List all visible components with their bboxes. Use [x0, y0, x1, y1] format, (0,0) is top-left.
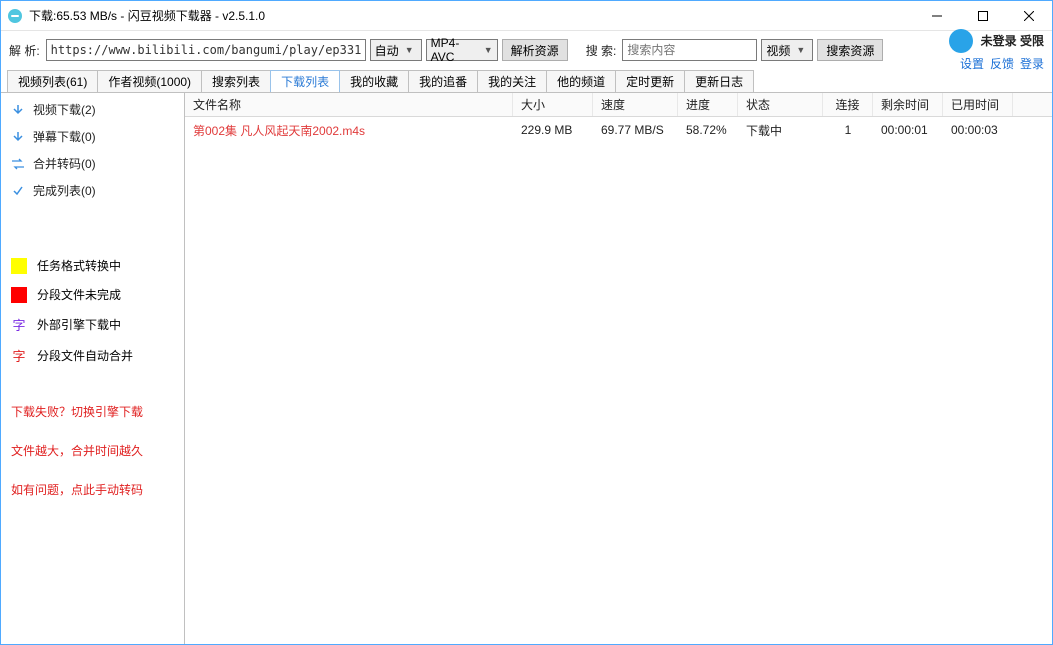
sidebar-item-video-download[interactable]: 视频下载(2) — [11, 101, 174, 118]
search-type-select[interactable]: 视频 ▼ — [761, 39, 813, 61]
parse-button[interactable]: 解析资源 — [502, 39, 568, 61]
col-header-conn[interactable]: 连接 — [823, 93, 873, 116]
chevron-down-icon: ▼ — [484, 45, 493, 55]
col-header-elapsed[interactable]: 已用时间 — [943, 93, 1013, 116]
cell-status: 下载中 — [738, 117, 823, 143]
window-title: 下载:65.53 MB/s - 闪豆视频下载器 - v2.5.1.0 — [29, 7, 265, 24]
titlebar: 下载:65.53 MB/s - 闪豆视频下载器 - v2.5.1.0 — [1, 1, 1052, 31]
legend-square-red — [11, 287, 27, 303]
search-button[interactable]: 搜索资源 — [817, 39, 883, 61]
tab-my-follow[interactable]: 我的关注 — [477, 70, 547, 92]
format-select-value: MP4-AVC — [431, 36, 478, 64]
close-icon — [1024, 11, 1034, 21]
legend-glyph-icon: 字 — [11, 346, 27, 365]
minimize-button[interactable] — [914, 1, 960, 31]
legend-glyph-icon: 字 — [11, 315, 27, 334]
tab-download-list[interactable]: 下载列表 — [270, 70, 340, 92]
main-area: 视频下载(2) 弹幕下载(0) 合并转码(0) 完成列表(0) 任务格式转换中 — [1, 93, 1052, 644]
cell-elapsed: 00:00:03 — [943, 117, 1013, 143]
col-header-status[interactable]: 状态 — [738, 93, 823, 116]
legend-item: 分段文件未完成 — [11, 286, 174, 303]
search-input[interactable] — [622, 39, 757, 61]
chevron-down-icon: ▼ — [796, 45, 805, 55]
mode-select-value: 自动 — [375, 42, 399, 59]
download-icon — [11, 103, 25, 117]
sidebar: 视频下载(2) 弹幕下载(0) 合并转码(0) 完成列表(0) 任务格式转换中 — [1, 93, 185, 644]
tab-author-video[interactable]: 作者视频(1000) — [97, 70, 202, 92]
login-status: 未登录 受限 — [981, 32, 1044, 49]
note-large-file: 文件越大，合并时间越久 — [11, 442, 174, 459]
legend-square-yellow — [11, 258, 27, 274]
cell-size: 229.9 MB — [513, 117, 593, 143]
tab-video-list[interactable]: 视频列表(61) — [7, 70, 98, 92]
url-input[interactable] — [46, 39, 366, 61]
tab-my-bangumi[interactable]: 我的追番 — [408, 70, 478, 92]
user-area: 未登录 受限 设置 反馈 登录 — [949, 29, 1044, 72]
close-button[interactable] — [1006, 1, 1052, 31]
sidebar-item-completed[interactable]: 完成列表(0) — [11, 182, 174, 199]
search-label: 搜 索: — [586, 42, 617, 59]
parse-label: 解 析: — [9, 42, 40, 59]
legend-item: 字 分段文件自动合并 — [11, 346, 174, 365]
cell-speed: 69.77 MB/S — [593, 117, 678, 143]
search-type-value: 视频 — [766, 42, 790, 59]
col-header-progress[interactable]: 进度 — [678, 93, 738, 116]
maximize-button[interactable] — [960, 1, 1006, 31]
col-header-speed[interactable]: 速度 — [593, 93, 678, 116]
legend: 任务格式转换中 分段文件未完成 字 外部引擎下载中 字 分段文件自动合并 — [11, 257, 174, 365]
col-header-name[interactable]: 文件名称 — [185, 93, 513, 116]
table-row[interactable]: 第002集 凡人风起天南2002.m4s 229.9 MB 69.77 MB/S… — [185, 117, 1052, 143]
download-icon — [11, 130, 25, 144]
cell-conn: 1 — [823, 117, 873, 143]
minimize-icon — [932, 11, 942, 21]
tab-strip: 视频列表(61) 作者视频(1000) 搜索列表 下载列表 我的收藏 我的追番 … — [1, 69, 1052, 93]
tab-search-list[interactable]: 搜索列表 — [201, 70, 271, 92]
grid-header: 文件名称 大小 速度 进度 状态 连接 剩余时间 已用时间 — [185, 93, 1052, 117]
legend-item: 任务格式转换中 — [11, 257, 174, 274]
app-icon — [7, 8, 23, 24]
tab-scheduled[interactable]: 定时更新 — [615, 70, 685, 92]
cell-name: 第002集 凡人风起天南2002.m4s — [185, 117, 513, 143]
mode-select[interactable]: 自动 ▼ — [370, 39, 422, 61]
toolbar: 解 析: 自动 ▼ MP4-AVC ▼ 解析资源 搜 索: 视频 ▼ 搜索资源 … — [1, 31, 1052, 69]
app-window: 下载:65.53 MB/s - 闪豆视频下载器 - v2.5.1.0 解 析: … — [0, 0, 1053, 645]
note-manual-transcode[interactable]: 如有问题，点此手动转码 — [11, 481, 174, 498]
format-select[interactable]: MP4-AVC ▼ — [426, 39, 498, 61]
legend-item: 字 外部引擎下载中 — [11, 315, 174, 334]
check-icon — [11, 184, 25, 198]
notes: 下载失败？切换引擎下载 文件越大，合并时间越久 如有问题，点此手动转码 — [11, 403, 174, 498]
col-header-size[interactable]: 大小 — [513, 93, 593, 116]
tab-my-favorites[interactable]: 我的收藏 — [339, 70, 409, 92]
sidebar-item-merge-transcode[interactable]: 合并转码(0) — [11, 155, 174, 172]
tab-changelog[interactable]: 更新日志 — [684, 70, 754, 92]
chevron-down-icon: ▼ — [405, 45, 414, 55]
sidebar-item-danmu-download[interactable]: 弹幕下载(0) — [11, 128, 174, 145]
cell-remain: 00:00:01 — [873, 117, 943, 143]
convert-icon — [11, 157, 25, 171]
avatar[interactable] — [949, 29, 973, 53]
maximize-icon — [978, 11, 988, 21]
download-grid: 文件名称 大小 速度 进度 状态 连接 剩余时间 已用时间 第002集 凡人风起… — [185, 93, 1052, 644]
tab-other-channel[interactable]: 他的频道 — [546, 70, 616, 92]
note-switch-engine[interactable]: 下载失败？切换引擎下载 — [11, 403, 174, 420]
col-header-remain[interactable]: 剩余时间 — [873, 93, 943, 116]
cell-progress: 58.72% — [678, 117, 738, 143]
